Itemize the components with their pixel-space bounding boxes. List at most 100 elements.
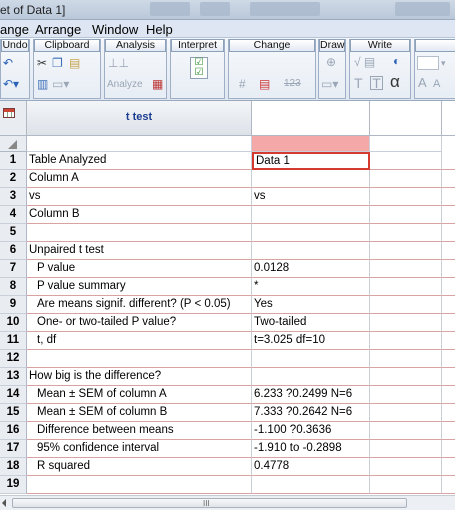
empty-cell[interactable] [370, 224, 442, 242]
row-number[interactable]: 3 [0, 188, 27, 206]
empty-cell[interactable] [442, 458, 455, 476]
empty-cell[interactable] [370, 422, 442, 440]
row-label-cell[interactable]: t, df [27, 332, 252, 350]
row-number[interactable]: 11 [0, 332, 27, 350]
empty-cell[interactable] [370, 440, 442, 458]
row-label-cell[interactable]: P value summary [27, 278, 252, 296]
value-cell[interactable] [252, 224, 370, 242]
row-number[interactable]: 16 [0, 422, 27, 440]
subheader-cell[interactable] [27, 136, 252, 152]
font-size-decrease-icon[interactable]: A [433, 77, 440, 91]
empty-cell[interactable] [442, 440, 455, 458]
analysis-chart-icon[interactable]: ⊥⊥ [108, 56, 129, 70]
row-label-cell[interactable]: Mean ± SEM of column B [27, 404, 252, 422]
row-label-cell[interactable]: P value [27, 260, 252, 278]
font-size-increase-icon[interactable]: A [418, 76, 427, 90]
cut-icon[interactable]: ✂ [37, 56, 47, 70]
empty-cell[interactable] [370, 278, 442, 296]
column-header-b[interactable] [252, 101, 370, 136]
empty-cell[interactable] [370, 188, 442, 206]
row-label-cell[interactable]: Are means signif. different? (P < 0.05) [27, 296, 252, 314]
empty-cell[interactable] [370, 260, 442, 278]
empty-cell[interactable] [442, 368, 455, 386]
empty-cell[interactable] [370, 152, 442, 170]
empty-cell[interactable] [442, 242, 455, 260]
value-cell[interactable]: * [252, 278, 370, 296]
value-cell[interactable]: 0.4778 [252, 458, 370, 476]
empty-cell[interactable] [442, 314, 455, 332]
row-label-cell[interactable] [27, 224, 252, 242]
empty-cell[interactable] [442, 224, 455, 242]
scrollbar-thumb[interactable]: III [12, 498, 407, 508]
copy-icon[interactable]: ❐ [52, 56, 63, 70]
draw-shape-icon[interactable]: ⊕ [326, 55, 336, 69]
value-cell[interactable]: -1.910 to -0.2898 [252, 440, 370, 458]
undo-dropdown-icon[interactable]: ↶▾ [3, 77, 19, 91]
horizontal-scrollbar[interactable]: III [0, 495, 455, 510]
row-number[interactable]: 14 [0, 386, 27, 404]
row-number[interactable]: 19 [0, 476, 27, 494]
row-label-cell[interactable]: Unpaired t test [27, 242, 252, 260]
row-number[interactable]: 18 [0, 458, 27, 476]
value-cell[interactable] [252, 368, 370, 386]
write-info-icon[interactable]: ◐ [393, 54, 400, 68]
menu-change[interactable]: ange [0, 22, 29, 37]
row-number[interactable]: 4 [0, 206, 27, 224]
empty-cell[interactable] [442, 170, 455, 188]
empty-cell[interactable] [370, 350, 442, 368]
row-label-cell[interactable]: Column B [27, 206, 252, 224]
subheader-cell[interactable] [370, 136, 442, 152]
menu-help[interactable]: Help [146, 22, 173, 37]
subheader-cell-highlighted[interactable] [252, 136, 370, 152]
change-table-icon[interactable]: ▤ [259, 77, 270, 91]
paste-special-icon[interactable]: ▭▾ [52, 77, 69, 91]
empty-cell[interactable] [370, 206, 442, 224]
row-number[interactable]: 2 [0, 170, 27, 188]
row-label-cell[interactable]: Table Analyzed [27, 152, 252, 170]
scroll-left-arrow-icon[interactable] [2, 499, 6, 507]
row-label-cell[interactable]: One- or two-tailed P value? [27, 314, 252, 332]
alpha-icon[interactable]: α [390, 73, 400, 90]
value-cell[interactable] [252, 350, 370, 368]
row-number[interactable]: 15 [0, 404, 27, 422]
write-tools-icon[interactable]: √ ▤ [354, 55, 375, 69]
empty-cell[interactable] [442, 152, 455, 170]
row-label-cell[interactable]: How big is the difference? [27, 368, 252, 386]
value-cell[interactable] [252, 242, 370, 260]
row-label-cell[interactable]: 95% confidence interval [27, 440, 252, 458]
column-header-d[interactable] [442, 101, 455, 136]
empty-cell[interactable] [370, 458, 442, 476]
value-cell[interactable]: 0.0128 [252, 260, 370, 278]
empty-cell[interactable] [370, 332, 442, 350]
font-dropdown[interactable] [417, 56, 439, 70]
empty-cell[interactable] [370, 476, 442, 494]
column-header-title[interactable]: t test [27, 101, 252, 136]
empty-cell[interactable] [370, 314, 442, 332]
value-cell[interactable]: Yes [252, 296, 370, 314]
empty-cell[interactable] [442, 206, 455, 224]
empty-cell[interactable] [442, 404, 455, 422]
interpret-checklist-icon[interactable]: ☑ ☑ [190, 57, 208, 79]
draw-rectangle-icon[interactable]: ▭▾ [321, 77, 338, 91]
textbox-icon[interactable]: T [370, 76, 383, 90]
empty-cell[interactable] [442, 188, 455, 206]
empty-cell[interactable] [370, 404, 442, 422]
row-number[interactable]: 10 [0, 314, 27, 332]
empty-cell[interactable] [442, 296, 455, 314]
empty-cell[interactable] [370, 296, 442, 314]
row-label-cell[interactable]: vs [27, 188, 252, 206]
row-label-cell[interactable]: Column A [27, 170, 252, 188]
undo-icon[interactable]: ↶ [3, 56, 13, 70]
value-cell[interactable]: vs [252, 188, 370, 206]
empty-cell[interactable] [442, 350, 455, 368]
value-cell[interactable] [252, 170, 370, 188]
menu-arrange[interactable]: Arrange [35, 22, 81, 37]
value-cell[interactable]: Two-tailed [252, 314, 370, 332]
row-number[interactable]: 5 [0, 224, 27, 242]
row-label-cell[interactable]: Difference between means [27, 422, 252, 440]
row-number[interactable]: 8 [0, 278, 27, 296]
font-dropdown-arrow-icon[interactable]: ▾ [441, 56, 446, 70]
row-label-cell[interactable] [27, 476, 252, 494]
row-label-cell[interactable]: Mean ± SEM of column A [27, 386, 252, 404]
empty-cell[interactable] [442, 332, 455, 350]
